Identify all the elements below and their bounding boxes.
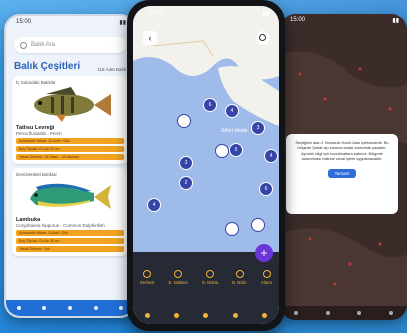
back-nav-icon[interactable] xyxy=(42,306,47,310)
fish-spot-marker[interactable] xyxy=(177,114,191,128)
bottom-nav xyxy=(280,306,407,320)
tool-point[interactable]: E. Noktası xyxy=(168,270,188,285)
back-nav-icon[interactable] xyxy=(174,313,180,318)
perch-image xyxy=(16,85,124,123)
battery-icon: ▮▮ xyxy=(262,11,269,17)
cluster-marker[interactable]: 4 xyxy=(225,104,239,118)
profile-icon[interactable] xyxy=(261,313,267,318)
tool-new-point[interactable]: N. Nokta xyxy=(202,270,218,285)
fish-spot-marker[interactable] xyxy=(215,144,229,158)
tool-label: Alarm xyxy=(261,280,272,285)
home-icon[interactable] xyxy=(293,311,298,315)
fish-count: 118 Adet Balık xyxy=(97,67,126,72)
cluster-marker[interactable]: 4 xyxy=(147,198,161,212)
cluster-marker[interactable]: 6 xyxy=(259,182,273,196)
tool-b-point[interactable]: B. Nokt. xyxy=(232,270,247,285)
ok-button[interactable]: Tamam xyxy=(327,168,357,178)
status-bar: 15:00 ▮▮ xyxy=(133,6,279,18)
cluster-marker[interactable]: 4 xyxy=(264,149,278,163)
fish-spot-marker[interactable] xyxy=(251,218,265,232)
back-nav-icon[interactable] xyxy=(325,311,330,315)
fish-card[interactable]: Denizlerdeki Balıklar Lambuka Coryphaena… xyxy=(12,168,128,256)
status-bar: 15:00 ▮▮ xyxy=(6,16,134,31)
info-bar: Avlanabilir Miktar: 5 Adet / Gün xyxy=(16,230,124,236)
pin-icon xyxy=(174,270,183,278)
settings-icon[interactable] xyxy=(389,311,394,315)
tool-label: E. Noktası xyxy=(168,280,188,285)
status-time: 15:00 xyxy=(16,19,32,25)
center-phone: 15:00 ▮▮ ‹ Silivri İskele 6 4 3 5 4 3 2 … xyxy=(127,0,285,331)
bottom-nav xyxy=(133,313,279,318)
battery-icon: ▮▮ xyxy=(119,20,126,26)
cursor-icon xyxy=(143,270,152,278)
settings-icon[interactable] xyxy=(232,313,238,318)
back-button[interactable]: ‹ xyxy=(143,31,157,45)
fish-spot-marker[interactable] xyxy=(225,222,239,236)
left-phone: 15:00 ▮▮ Balık Ara Balık Çeşitleri 118 A… xyxy=(4,14,136,318)
compass-icon[interactable] xyxy=(67,306,72,310)
compass-icon[interactable] xyxy=(203,313,209,318)
cluster-marker[interactable]: 5 xyxy=(229,143,243,157)
home-icon[interactable] xyxy=(145,313,151,318)
restricted-area-dialog: Seçtiğiniz alan 1 Numaralı Kısıtlı Alan … xyxy=(286,134,398,214)
cluster-marker[interactable]: 3 xyxy=(251,121,265,135)
tool-label: N. Nokta xyxy=(201,280,219,285)
tool-alarm[interactable]: Alarm xyxy=(261,270,272,285)
tool-row: Serbest E. Noktası N. Nokta B. Nokt. Ala… xyxy=(133,270,279,285)
right-phone: 15:00 ▮▮ Seçtiğiniz alan 1 Numaralı Kısı… xyxy=(280,14,407,320)
cluster-marker[interactable]: 3 xyxy=(179,156,193,170)
fish-latin-name: Coryphaena hippurus - Common Dolphinfish xyxy=(16,223,105,228)
section-header: Balık Çeşitleri 118 Adet Balık xyxy=(14,61,126,72)
search-input[interactable]: Balık Ara xyxy=(14,37,126,53)
status-bar: 15:00 ▮▮ xyxy=(280,14,407,29)
tool-label: B. Nokt. xyxy=(232,280,248,285)
cluster-marker[interactable]: 2 xyxy=(179,176,193,190)
dolphinfish-image xyxy=(16,177,124,215)
tool-free[interactable]: Serbest xyxy=(140,270,154,285)
location-label: Silivri İskele xyxy=(221,128,248,134)
status-time: 15:00 xyxy=(147,10,163,16)
page-title: Balık Çeşitleri xyxy=(14,61,81,72)
info-bar: Yasak Dönemi: 15 Nisan - 15 Haziran xyxy=(16,154,124,160)
info-bar: Boy Ölçüsü: En Az 35 cm xyxy=(16,238,124,244)
fish-latin-name: Perca fluviatilis - Perch xyxy=(16,131,62,136)
info-bar: Yasak Dönemi: Yok xyxy=(16,246,124,252)
tool-label: Serbest xyxy=(140,280,155,285)
status-time: 15:00 xyxy=(290,17,306,23)
search-placeholder: Balık Ara xyxy=(31,42,56,48)
info-bar: Avlanabilir Miktar: 20 Adet / Gün xyxy=(16,138,124,144)
home-icon[interactable] xyxy=(16,306,21,310)
boat-icon xyxy=(235,270,244,278)
info-bar: Boy Ölçüsü: En Az 20 cm xyxy=(16,146,124,152)
compass-icon[interactable] xyxy=(357,311,362,315)
forward-nav-icon[interactable] xyxy=(119,306,124,310)
add-location-button[interactable]: + xyxy=(255,244,273,262)
cluster-marker[interactable]: 6 xyxy=(203,98,217,112)
battery-icon: ▮▮ xyxy=(392,18,399,24)
map-screen: 15:00 ▮▮ ‹ Silivri İskele 6 4 3 5 4 3 2 … xyxy=(133,6,279,324)
target-icon xyxy=(205,270,214,278)
search-icon xyxy=(20,41,27,49)
fish-card[interactable]: İç Sulardaki Balıklar Tatlısu Levreği Pe… xyxy=(12,76,128,164)
dialog-message: Seçtiğiniz alan 1 Numaralı Kısıtlı Alan … xyxy=(295,140,389,162)
map-search-button[interactable] xyxy=(256,31,270,45)
alarm-icon xyxy=(262,270,271,278)
map-toolbar: + Serbest E. Noktası N. Nokta B. Nokt. A… xyxy=(133,244,279,324)
settings-icon[interactable] xyxy=(93,306,98,310)
search-icon xyxy=(259,34,266,41)
bottom-nav xyxy=(6,300,134,316)
